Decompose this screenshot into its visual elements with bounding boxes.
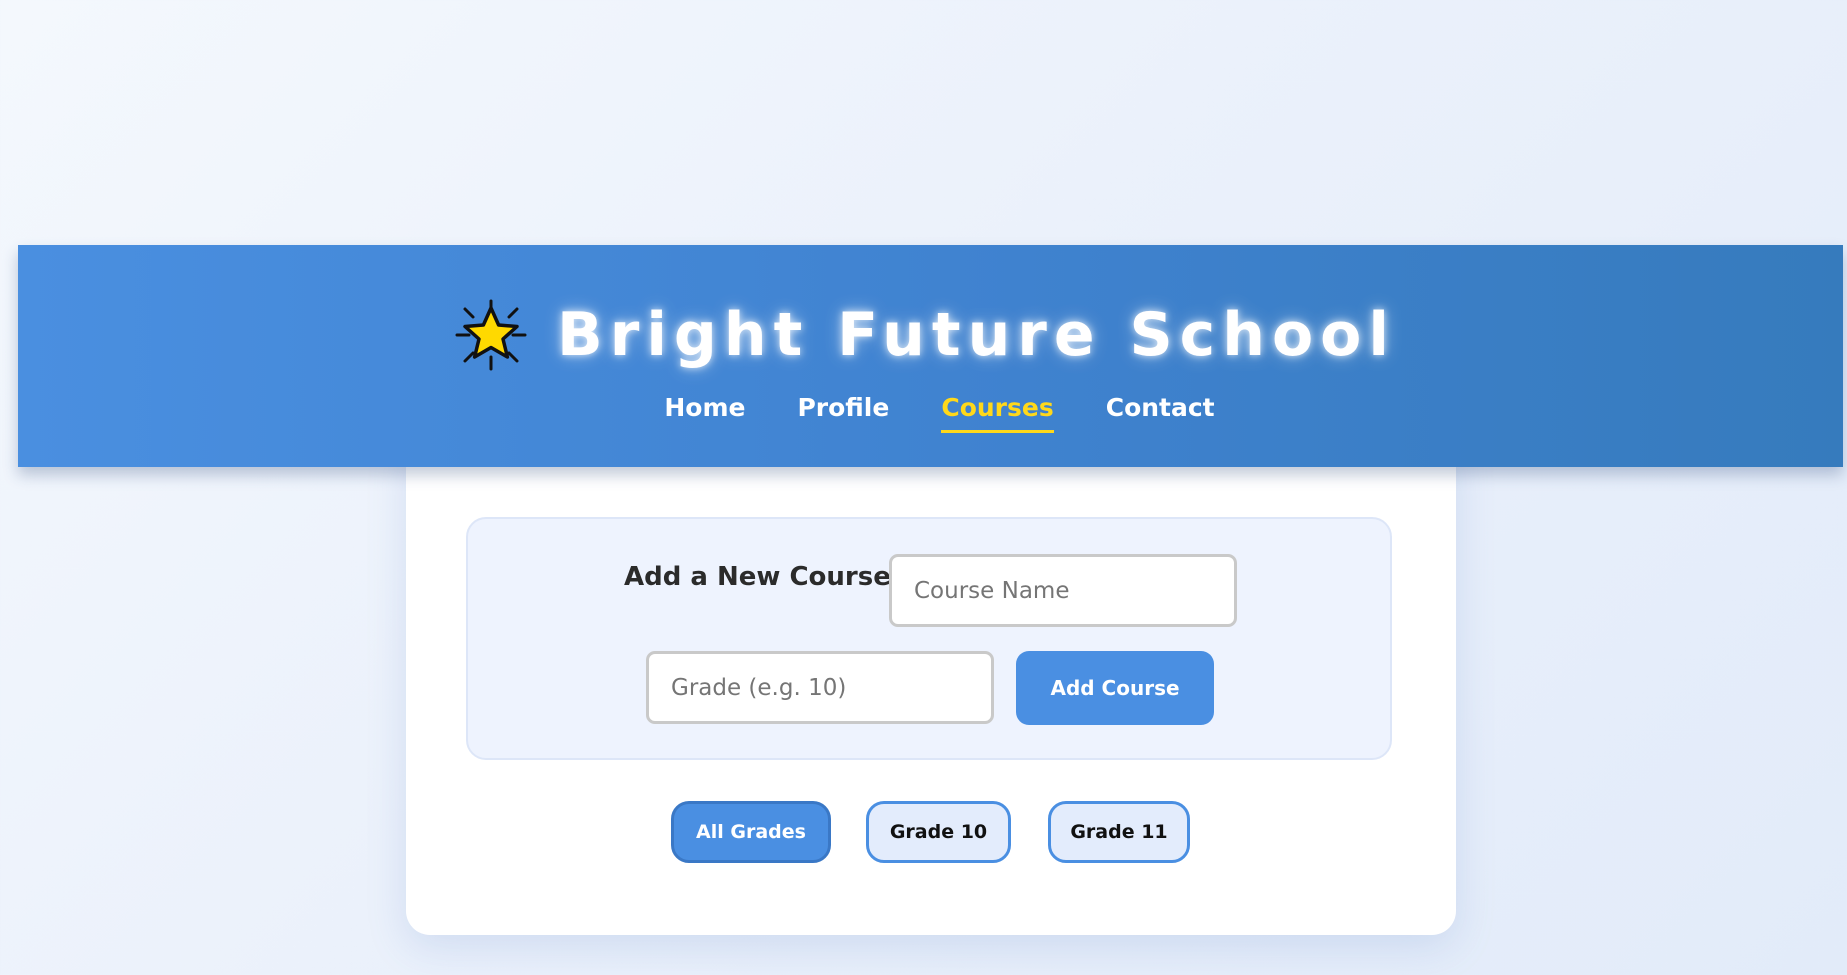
nav-courses[interactable]: Courses	[941, 393, 1054, 433]
filter-grade-11-button[interactable]: Grade 11	[1048, 801, 1190, 863]
brand: Bright Future School	[18, 295, 1843, 375]
filter-grade-10-button[interactable]: Grade 10	[866, 801, 1011, 863]
grade-input[interactable]	[646, 651, 994, 724]
filter-all-grades-button[interactable]: All Grades	[671, 801, 831, 863]
site-title: Bright Future School	[557, 300, 1396, 370]
add-course-heading: Add a New Course	[624, 562, 891, 592]
nav-profile[interactable]: Profile	[797, 393, 889, 433]
star-icon	[455, 299, 527, 371]
course-name-input[interactable]	[889, 554, 1237, 627]
site-header: Bright Future School Home Profile Course…	[18, 245, 1843, 467]
main-nav: Home Profile Courses Contact	[27, 393, 1847, 433]
add-course-button[interactable]: Add Course	[1016, 651, 1214, 725]
nav-home[interactable]: Home	[664, 393, 745, 433]
nav-contact[interactable]: Contact	[1106, 393, 1215, 433]
